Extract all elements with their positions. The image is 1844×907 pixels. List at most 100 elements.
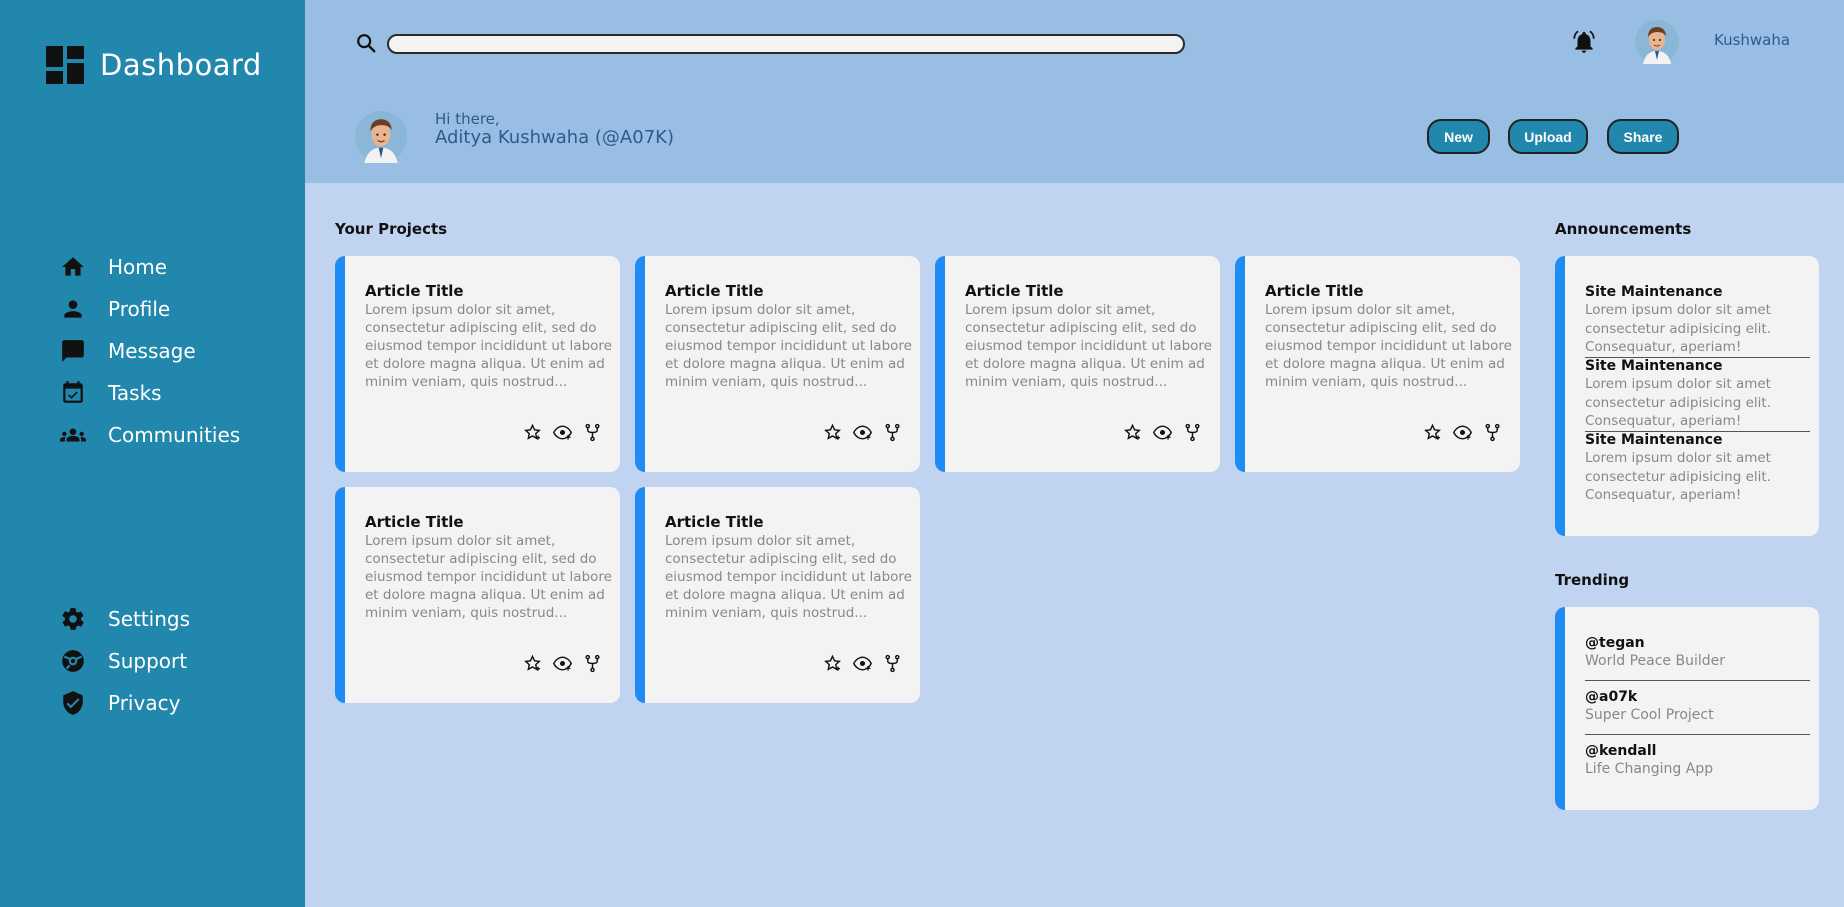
card-actions <box>1123 423 1202 442</box>
sidebar-item-label: Privacy <box>108 691 181 715</box>
trending-item[interactable]: @tegan World Peace Builder <box>1585 634 1725 670</box>
star-icon[interactable] <box>1423 423 1442 442</box>
shield-icon <box>63 691 83 715</box>
project-card[interactable]: Article Title Lorem ipsum dolor sit amet,… <box>935 256 1220 472</box>
bell-icon[interactable] <box>1571 29 1597 55</box>
star-icon[interactable] <box>523 654 542 673</box>
gear-icon <box>62 608 84 630</box>
fork-icon[interactable] <box>1483 423 1502 442</box>
trending-heading: Trending <box>1555 571 1630 589</box>
sidebar-item-profile[interactable]: Profile <box>60 288 240 330</box>
sidebar-item-home[interactable]: Home <box>60 246 240 288</box>
watch-icon[interactable] <box>853 423 872 442</box>
announcement-title: Site Maintenance <box>1585 284 1723 300</box>
project-card[interactable]: Article Title Lorem ipsum dolor sit amet,… <box>1235 256 1520 472</box>
card-body: Lorem ipsum dolor sit amet, consectetur … <box>665 533 912 621</box>
fork-icon[interactable] <box>883 654 902 673</box>
watch-icon[interactable] <box>553 423 572 442</box>
home-icon <box>62 257 84 276</box>
watch-icon[interactable] <box>853 654 872 673</box>
search-input[interactable] <box>387 34 1185 54</box>
sidebar-item-label: Message <box>108 339 196 363</box>
sidebar-item-message[interactable]: Message <box>60 330 240 372</box>
card-body: Lorem ipsum dolor sit amet, consectetur … <box>965 302 1212 390</box>
sidebar-item-label: Profile <box>108 297 171 321</box>
sidebar-item-label: Settings <box>108 607 191 631</box>
sidebar-nav-main: Home Profile Message Tasks Communities <box>60 246 240 456</box>
sidebar-item-label: Communities <box>108 423 241 447</box>
card-title: Article Title <box>1265 282 1364 300</box>
card-body: Lorem ipsum dolor sit amet, consectetur … <box>1265 302 1512 390</box>
card-title: Article Title <box>665 282 764 300</box>
trending-desc: Super Cool Project <box>1585 707 1714 723</box>
dashboard-icon <box>46 46 84 84</box>
new-button[interactable]: New <box>1427 119 1490 154</box>
sidebar-item-label: Home <box>108 255 168 279</box>
profile-avatar <box>355 111 407 163</box>
upload-button[interactable]: Upload <box>1508 119 1588 154</box>
card-actions <box>1423 423 1502 442</box>
sidebar-item-label: Tasks <box>108 381 162 405</box>
trending-item[interactable]: @a07k Super Cool Project <box>1585 688 1714 724</box>
sidebar: Dashboard Home Profile Message Tasks Com… <box>0 0 305 907</box>
star-icon[interactable] <box>823 423 842 442</box>
sidebar-item-support[interactable]: Support <box>60 640 190 682</box>
group-icon <box>60 428 86 442</box>
trending-handle: @kendall <box>1585 743 1657 759</box>
brand[interactable]: Dashboard <box>46 46 262 84</box>
project-card[interactable]: Article Title Lorem ipsum dolor sit amet,… <box>635 256 920 472</box>
project-card[interactable]: Article Title Lorem ipsum dolor sit amet,… <box>335 487 620 703</box>
card-body: Lorem ipsum dolor sit amet, consectetur … <box>365 533 612 621</box>
announcement-item[interactable]: Site Maintenance Lorem ipsum dolor sit a… <box>1585 431 1800 505</box>
brand-title: Dashboard <box>100 48 262 82</box>
fork-icon[interactable] <box>583 423 602 442</box>
sidebar-item-label: Support <box>108 649 188 673</box>
announcement-body: Lorem ipsum dolor sit amet consectetur a… <box>1585 302 1771 355</box>
greeting-name: Aditya Kushwaha (@A07K) <box>435 127 674 148</box>
card-title: Article Title <box>365 282 464 300</box>
sidebar-item-tasks[interactable]: Tasks <box>60 372 240 414</box>
projects-heading: Your Projects <box>335 220 448 238</box>
sidebar-item-communities[interactable]: Communities <box>60 414 240 456</box>
star-icon[interactable] <box>1123 423 1142 442</box>
avatar[interactable] <box>1635 20 1679 64</box>
trending-desc: World Peace Builder <box>1585 653 1725 669</box>
star-icon[interactable] <box>523 423 542 442</box>
header-username[interactable]: Kushwaha <box>1714 31 1790 49</box>
trending-handle: @tegan <box>1585 635 1645 651</box>
divider <box>1585 680 1810 681</box>
announcements-heading: Announcements <box>1555 220 1692 238</box>
fork-icon[interactable] <box>1183 423 1202 442</box>
card-body: Lorem ipsum dolor sit amet, consectetur … <box>665 302 912 390</box>
person-icon <box>64 300 82 318</box>
announcement-title: Site Maintenance <box>1585 432 1723 448</box>
sidebar-item-settings[interactable]: Settings <box>60 598 190 640</box>
card-body: Lorem ipsum dolor sit amet, consectetur … <box>365 302 612 390</box>
announcement-item[interactable]: Site Maintenance Lorem ipsum dolor sit a… <box>1585 357 1800 431</box>
project-card[interactable]: Article Title Lorem ipsum dolor sit amet,… <box>635 487 920 703</box>
divider <box>1585 734 1810 735</box>
greeting-label: Hi there, <box>435 110 500 128</box>
announcement-item[interactable]: Site Maintenance Lorem ipsum dolor sit a… <box>1585 283 1800 357</box>
announcements-panel: Site Maintenance Lorem ipsum dolor sit a… <box>1555 256 1819 536</box>
announcement-body: Lorem ipsum dolor sit amet consectetur a… <box>1585 450 1771 503</box>
watch-icon[interactable] <box>553 654 572 673</box>
sidebar-item-privacy[interactable]: Privacy <box>60 682 190 724</box>
watch-icon[interactable] <box>1453 423 1472 442</box>
header: Kushwaha Hi there, Aditya Kushwaha (@A07… <box>305 0 1844 183</box>
fork-icon[interactable] <box>883 423 902 442</box>
project-card[interactable]: Article Title Lorem ipsum dolor sit amet,… <box>335 256 620 472</box>
card-title: Article Title <box>665 513 764 531</box>
card-title: Article Title <box>365 513 464 531</box>
trending-desc: Life Changing App <box>1585 761 1714 777</box>
trending-item[interactable]: @kendall Life Changing App <box>1585 742 1713 778</box>
fork-icon[interactable] <box>583 654 602 673</box>
calendar-check-icon <box>63 381 83 403</box>
trending-handle: @a07k <box>1585 689 1638 705</box>
star-icon[interactable] <box>823 654 842 673</box>
announcement-body: Lorem ipsum dolor sit amet consectetur a… <box>1585 376 1771 429</box>
share-button[interactable]: Share <box>1607 119 1679 154</box>
card-actions <box>823 654 902 673</box>
search-icon[interactable] <box>355 32 377 54</box>
watch-icon[interactable] <box>1153 423 1172 442</box>
